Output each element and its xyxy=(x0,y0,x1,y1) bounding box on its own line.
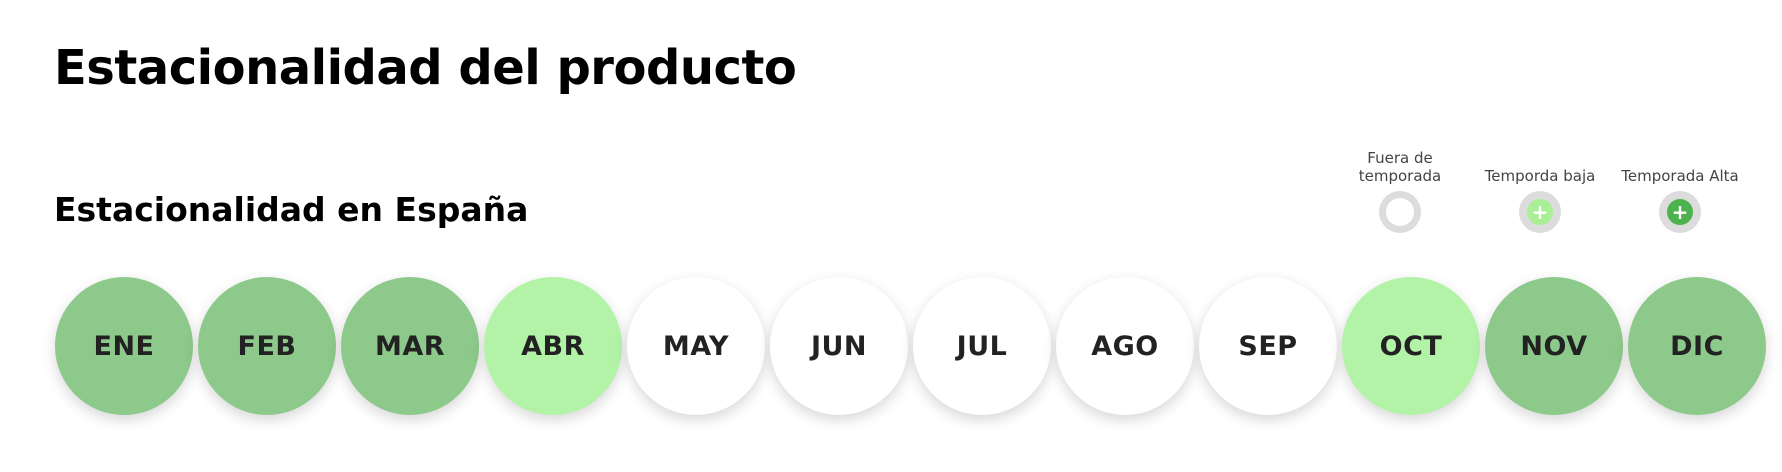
month-may: MAY xyxy=(627,277,765,415)
legend-label: Temporada Alta xyxy=(1621,167,1739,185)
month-ago: AGO xyxy=(1056,277,1194,415)
month-label: MAY xyxy=(662,330,730,362)
section-title: Estacionalidad en España xyxy=(54,190,529,229)
month-label: JUL xyxy=(956,330,1008,362)
legend-item-baja: Temporda baja + xyxy=(1470,140,1610,235)
month-label: MAR xyxy=(374,330,446,362)
month-feb: FEB xyxy=(198,277,336,415)
legend-label: Fuera de temporada xyxy=(1358,149,1442,185)
month-ene: ENE xyxy=(55,277,193,415)
month-label: ABR xyxy=(521,330,585,362)
month-label: OCT xyxy=(1379,330,1443,362)
month-label: ENE xyxy=(93,330,155,362)
empty-circle-icon xyxy=(1379,191,1421,233)
month-abr: ABR xyxy=(484,277,622,415)
month-label: FEB xyxy=(237,330,297,362)
month-mar: MAR xyxy=(341,277,479,415)
month-label: AGO xyxy=(1091,330,1159,362)
month-sep: SEP xyxy=(1199,277,1337,415)
month-jun: JUN xyxy=(770,277,908,415)
month-dic: DIC xyxy=(1628,277,1766,415)
month-label: JUN xyxy=(810,330,868,362)
month-label: DIC xyxy=(1670,330,1724,362)
legend-item-fuera: Fuera de temporada xyxy=(1330,140,1470,235)
legend-item-alta: Temporada Alta + xyxy=(1610,140,1750,235)
month-oct: OCT xyxy=(1342,277,1480,415)
plus-icon: + xyxy=(1659,191,1701,233)
month-label: SEP xyxy=(1238,330,1298,362)
month-nov: NOV xyxy=(1485,277,1623,415)
month-label: NOV xyxy=(1520,330,1588,362)
season-legend: Fuera de temporada Temporda baja + Tempo… xyxy=(1330,140,1750,235)
month-row: ENE FEB MAR ABR MAY JUN JUL AGO SEP OCT NOV DIC xyxy=(0,270,1782,430)
legend-label: Temporda baja xyxy=(1484,167,1596,185)
month-jul: JUL xyxy=(913,277,1051,415)
page-title: Estacionalidad del producto xyxy=(54,40,797,96)
plus-icon: + xyxy=(1519,191,1561,233)
